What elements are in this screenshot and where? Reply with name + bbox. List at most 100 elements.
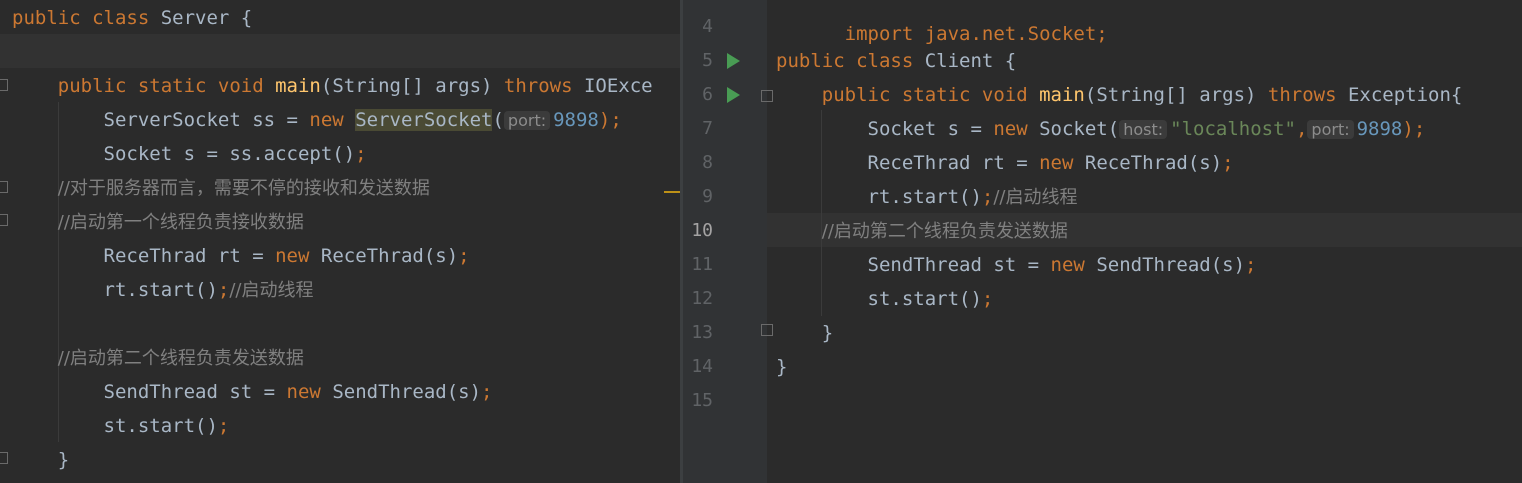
keyword-token: public static void bbox=[12, 75, 276, 97]
code-line[interactable]: ReceThrad rt = new ReceThrad(s); bbox=[683, 146, 1522, 180]
code-token: Socket s = bbox=[776, 118, 994, 140]
keyword-token: public static void bbox=[776, 84, 1040, 106]
code-content: } bbox=[776, 316, 833, 350]
comment-token: //对于服务器而言，需要不停的接收和发送数据 bbox=[12, 178, 430, 199]
code-line[interactable]: } bbox=[683, 350, 1522, 384]
keyword-token: new bbox=[1050, 254, 1097, 276]
code-line[interactable]: public class Server { bbox=[0, 1, 680, 35]
code-content: //启动第二个线程负责发送数据 bbox=[776, 214, 1068, 248]
keyword-token: new bbox=[993, 118, 1040, 140]
code-line[interactable]: Socket s = ss.accept(); bbox=[0, 137, 680, 171]
code-line[interactable]: public class Client { bbox=[683, 44, 1522, 78]
comment-token: //启动线程 bbox=[993, 187, 1078, 208]
code-content: rt.start();//启动线程 bbox=[12, 273, 314, 307]
code-token: (String[] args) bbox=[1084, 84, 1268, 106]
code-token: } bbox=[776, 322, 834, 344]
code-token: SendThread(s) bbox=[1096, 254, 1246, 276]
keyword-token: throws bbox=[1267, 84, 1348, 106]
code-content: Socket s = ss.accept(); bbox=[12, 137, 367, 171]
code-token: ( bbox=[492, 109, 504, 131]
keyword-token: throws bbox=[503, 75, 584, 97]
code-line[interactable] bbox=[0, 307, 680, 341]
code-content: //对于服务器而言，需要不停的接收和发送数据 bbox=[12, 171, 430, 205]
keyword-token: public class bbox=[776, 50, 925, 72]
code-content: ReceThrad rt = new ReceThrad(s); bbox=[12, 239, 470, 273]
code-line[interactable]: ServerSocket ss = new ServerSocket(port:… bbox=[0, 103, 680, 137]
code-line[interactable]: public static void main(String[] args) t… bbox=[683, 78, 1522, 112]
code-token: st.start() bbox=[12, 415, 218, 437]
code-token: Socket( bbox=[1039, 118, 1120, 140]
code-line[interactable]: } bbox=[683, 316, 1522, 350]
keyword-token: ; bbox=[981, 288, 994, 310]
code-token: Exception{ bbox=[1347, 84, 1463, 106]
code-token: ReceThrad(s) bbox=[1084, 152, 1223, 174]
code-line[interactable]: st.start(); bbox=[0, 409, 680, 443]
client-editor-pane[interactable]: 4 5 6 7 8 9 10 11 12 13 14 15 import java.net.Socke… bbox=[683, 0, 1522, 483]
code-token: ReceThrad(s) bbox=[320, 245, 459, 267]
parameter-hint: host: bbox=[1119, 120, 1168, 139]
code-token: IOExce bbox=[583, 75, 653, 97]
code-token: ServerSocket ss = bbox=[12, 109, 310, 131]
keyword-token: new bbox=[286, 381, 333, 403]
code-line[interactable]: //对于服务器而言，需要不停的接收和发送数据 bbox=[0, 171, 680, 205]
code-token: SendThread st = bbox=[776, 254, 1051, 276]
code-line[interactable]: //启动第一个线程负责接收数据 bbox=[0, 205, 680, 239]
keyword-token: ; bbox=[1245, 254, 1257, 276]
code-line[interactable]: //启动第二个线程负责发送数据 bbox=[0, 341, 680, 375]
code-line[interactable]: //启动第二个线程负责发送数据 bbox=[683, 214, 1522, 248]
code-token: } bbox=[776, 356, 788, 378]
code-token: ReceThrad rt = bbox=[776, 152, 1040, 174]
code-token: Client { bbox=[924, 50, 1017, 72]
keyword-token: new bbox=[1039, 152, 1085, 174]
code-token: rt.start() bbox=[12, 279, 218, 301]
code-line[interactable]: Socket s = new Socket(host: "localhost", p… bbox=[683, 112, 1522, 146]
code-content: ServerSocket ss = new ServerSocket(port:… bbox=[12, 103, 622, 137]
code-line[interactable] bbox=[683, 10, 1522, 44]
code-line[interactable]: public static void main(String[] args) t… bbox=[0, 69, 680, 103]
code-content: st.start(); bbox=[12, 409, 230, 443]
code-line[interactable]: } bbox=[0, 443, 680, 477]
code-line[interactable]: ReceThrad rt = new ReceThrad(s); bbox=[0, 239, 680, 273]
keyword-token: ; bbox=[217, 415, 230, 437]
string-token: "localhost" bbox=[1170, 118, 1296, 140]
code-content: public static void main(String[] args) t… bbox=[12, 69, 653, 103]
keyword-token: ; bbox=[458, 245, 470, 267]
code-content: public static void main(String[] args) t… bbox=[776, 78, 1463, 112]
comment-token: //启动线程 bbox=[229, 280, 314, 301]
keyword-token: public class bbox=[12, 7, 161, 29]
code-line[interactable]: SendThread st = new SendThread(s); bbox=[683, 248, 1522, 282]
code-line[interactable] bbox=[683, 384, 1522, 418]
editor-split-view: public class Server { public static void… bbox=[0, 0, 1522, 483]
code-line[interactable]: st.start(); bbox=[683, 282, 1522, 316]
code-line[interactable]: SendThread st = new SendThread(s); bbox=[0, 375, 680, 409]
code-line[interactable]: rt.start();//启动线程 bbox=[683, 180, 1522, 214]
number-token: 9898 bbox=[1356, 118, 1403, 140]
keyword-token: ; bbox=[217, 279, 230, 301]
code-content: st.start(); bbox=[776, 282, 994, 316]
server-editor-pane[interactable]: public class Server { public static void… bbox=[0, 0, 680, 483]
comment-token: //启动第二个线程负责发送数据 bbox=[776, 221, 1068, 242]
keyword-token: ; bbox=[355, 143, 367, 165]
keyword-token: ; bbox=[1222, 152, 1234, 174]
code-content: rt.start();//启动线程 bbox=[776, 180, 1078, 214]
keyword-token: , bbox=[1295, 118, 1308, 140]
keyword-token: ); bbox=[1402, 118, 1426, 140]
keyword-token: new bbox=[275, 245, 321, 267]
code-token: SendThread(s) bbox=[332, 381, 482, 403]
code-content: } bbox=[776, 350, 787, 384]
code-token: ReceThrad rt = bbox=[12, 245, 276, 267]
number-token: 9898 bbox=[553, 109, 599, 131]
code-content: } bbox=[12, 443, 69, 477]
code-token: st.start() bbox=[776, 288, 982, 310]
code-token: Socket s = ss.accept() bbox=[12, 143, 356, 165]
function-token: main bbox=[275, 75, 321, 97]
keyword-token: ; bbox=[481, 381, 493, 403]
code-content: public class Server { bbox=[12, 1, 252, 35]
comment-token: //启动第一个线程负责接收数据 bbox=[12, 212, 304, 233]
code-token: } bbox=[12, 449, 70, 471]
function-token: main bbox=[1039, 84, 1085, 106]
parameter-hint: port: bbox=[503, 111, 551, 130]
code-line[interactable]: rt.start();//启动线程 bbox=[0, 273, 680, 307]
code-line[interactable] bbox=[0, 35, 680, 69]
parameter-hint: port: bbox=[1307, 120, 1354, 139]
